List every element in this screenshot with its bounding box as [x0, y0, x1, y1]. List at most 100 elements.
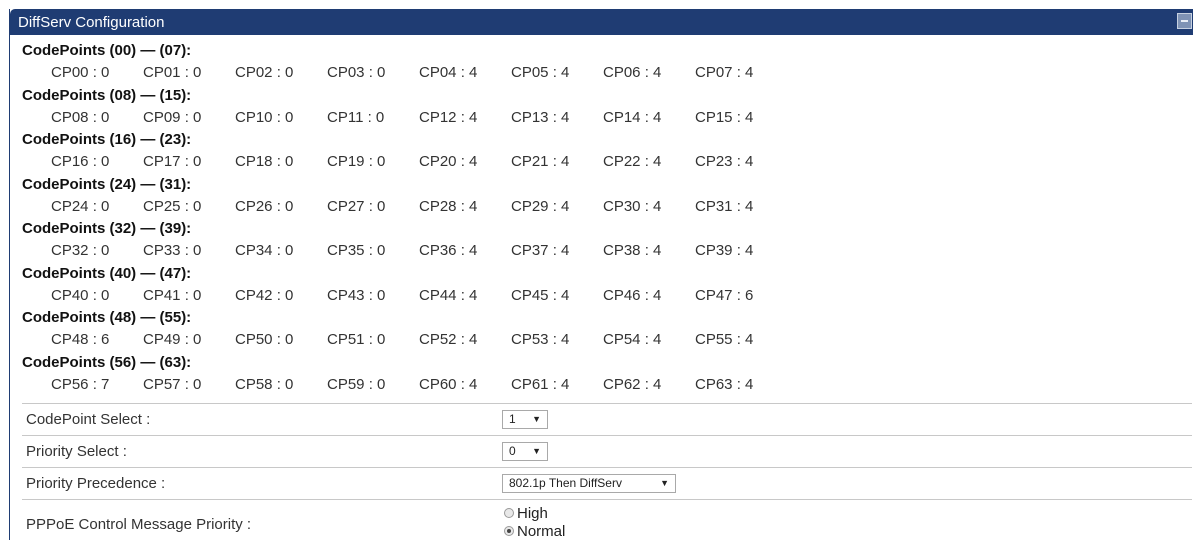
codepoint-value: CP23 : 4 [695, 153, 754, 170]
priority-precedence-select[interactable]: 802.1p Then DiffServ ▼ [502, 474, 676, 493]
codepoint-value: CP54 : 4 [603, 331, 662, 348]
codepoint-group: CodePoints (40) — (47): CP40 : 0 CP41 : 0C… [22, 265, 787, 310]
codepoint-row: CP08 : 0 CP09 : 0 CP10 : 0 CP11 : 0 CP12 : 4… [22, 109, 787, 127]
priority-select[interactable]: 0 ▼ [502, 442, 548, 461]
codepoint-value: CP31 : 4 [695, 197, 754, 215]
codepoint-value: CP04 : 4 [419, 64, 478, 81]
codepoint-select[interactable]: 1 ▼ [502, 410, 548, 429]
codepoint-value: CP60 : 4 [419, 375, 478, 393]
codepoint-value: CP35 : 0 [327, 242, 386, 259]
codepoint-value: CP11 : 0 [327, 108, 385, 126]
codepoint-value: CP07 : 4 [695, 64, 754, 81]
codepoint-value: CP44 : 4 [419, 286, 478, 304]
codepoint-value: CP63 : 4 [695, 375, 754, 393]
codepoint-value: CP13 : 4 [511, 108, 570, 126]
codepoint-value: CP42 : 0 [235, 286, 294, 304]
codepoint-group-title: CodePoints (48) — (55): [22, 309, 192, 326]
codepoint-value: CP51 : 0 [327, 331, 386, 348]
codepoint-row: CP40 : 0 CP41 : 0 CP42 : 0 CP43 : 0 CP44 : 4… [22, 287, 787, 305]
codepoint-value: CP15 : 4 [695, 108, 754, 126]
codepoint-value: CP36 : 4 [419, 242, 478, 259]
codepoint-row: CP56 : 7 CP57 : 0 CP58 : 0 CP59 : 0 CP60 : 4… [22, 376, 787, 394]
codepoint-group-title: CodePoints (40) — (47): [22, 264, 192, 282]
codepoint-value: CP49 : 0 [143, 331, 202, 348]
codepoint-value: CP12 : 4 [419, 108, 478, 126]
codepoint-group-title: CodePoints (08) — (15): [22, 86, 192, 104]
pppoe-priority-high-label: High [517, 504, 548, 522]
codepoint-value: CP34 : 0 [235, 242, 294, 259]
settings-table: CodePoint Select : 1 ▼ Priority Select :… [22, 403, 1192, 545]
diffserv-panel: DiffServ Configuration CodePoints (00) —… [9, 9, 1193, 540]
codepoint-value: CP57 : 0 [143, 375, 202, 393]
radio-icon[interactable] [504, 526, 514, 536]
codepoint-value: CP10 : 0 [235, 108, 294, 126]
codepoint-value: CP08 : 0 [51, 108, 110, 126]
priority-select-value: 0 [509, 444, 516, 458]
codepoint-group: CodePoints (00) — (07): CP00 : 0 CP01 : 0 C… [22, 42, 787, 87]
codepoint-value: CP00 : 0 [51, 64, 110, 81]
codepoint-value: CP06 : 4 [603, 64, 662, 81]
codepoint-value: CP43 : 0 [327, 286, 386, 304]
codepoint-group: CodePoints (08) — (15): CP08 : 0 CP09 : 0C… [22, 87, 787, 132]
chevron-down-icon: ▼ [532, 414, 541, 424]
radio-icon[interactable] [504, 508, 514, 518]
codepoint-select-row: CodePoint Select : 1 ▼ [22, 403, 1192, 435]
codepoint-value: CP01 : 0 [143, 64, 202, 81]
codepoint-value: CP32 : 0 [51, 242, 110, 259]
codepoint-value: CP59 : 0 [327, 375, 386, 393]
codepoint-value: CP30 : 4 [603, 197, 662, 215]
priority-precedence-value: 802.1p Then DiffServ [509, 476, 622, 490]
pppoe-priority-row: PPPoE Control Message Priority : High No… [22, 499, 1192, 545]
codepoint-value: CP58 : 0 [235, 375, 294, 393]
pppoe-priority-normal-option[interactable]: Normal [504, 522, 565, 540]
priority-select-row: Priority Select : 0 ▼ [22, 435, 1192, 467]
chevron-down-icon: ▼ [660, 478, 669, 488]
codepoint-value: CP61 : 4 [511, 375, 570, 393]
codepoint-row: CP48 : 6 CP49 : 0 CP50 : 0 CP51 : 0 CP52 : 4… [22, 331, 787, 349]
codepoint-value: CP19 : 0 [327, 153, 386, 170]
codepoint-value: CP16 : 0 [51, 153, 110, 170]
collapse-icon[interactable] [1177, 13, 1192, 29]
codepoint-value: CP28 : 4 [419, 197, 478, 215]
priority-select-label: Priority Select : [26, 443, 127, 460]
codepoint-value: CP05 : 4 [511, 64, 570, 81]
codepoint-value: CP48 : 6 [51, 331, 110, 348]
codepoint-value: CP09 : 0 [143, 108, 202, 126]
pppoe-priority-high-option[interactable]: High [504, 504, 565, 522]
codepoint-value: CP33 : 0 [143, 242, 202, 259]
codepoint-group: CodePoints (24) — (31): CP24 : 0 CP25 : 0C… [22, 176, 787, 221]
codepoint-value: CP20 : 4 [419, 153, 478, 170]
codepoint-group-title: CodePoints (56) — (63): [22, 353, 192, 371]
chevron-down-icon: ▼ [532, 446, 541, 456]
codepoint-value: CP52 : 4 [419, 331, 478, 348]
codepoint-group: CodePoints (16) — (23): CP16 : 0 CP17 : 0C… [22, 131, 787, 176]
codepoint-row: CP16 : 0 CP17 : 0 CP18 : 0 CP19 : 0 CP20 : 4… [22, 153, 787, 171]
codepoint-row: CP00 : 0 CP01 : 0 CP02 : 0 CP03 : 0 CP04 : 4… [22, 64, 787, 82]
codepoint-value: CP29 : 4 [511, 197, 570, 215]
panel-title: DiffServ Configuration [18, 14, 165, 31]
codepoint-row: CP32 : 0 CP33 : 0 CP34 : 0 CP35 : 0 CP36 : 4… [22, 242, 787, 260]
codepoint-value: CP62 : 4 [603, 375, 662, 393]
codepoint-value: CP27 : 0 [327, 197, 386, 215]
codepoint-value: CP56 : 7 [51, 375, 110, 393]
codepoint-value: CP40 : 0 [51, 286, 110, 304]
codepoint-value: CP21 : 4 [511, 153, 570, 170]
priority-precedence-label: Priority Precedence : [26, 475, 166, 492]
codepoint-value: CP46 : 4 [603, 286, 662, 304]
pppoe-priority-radio-group: High Normal [504, 504, 565, 540]
codepoint-group: CodePoints (56) — (63): CP56 : 7 CP57 : 0C… [22, 354, 787, 399]
codepoint-value: CP14 : 4 [603, 108, 662, 126]
codepoint-group: CodePoints (32) — (39): CP32 : 0 CP33 : 0C… [22, 220, 787, 265]
codepoint-value: CP50 : 0 [235, 331, 294, 348]
codepoint-select-value: 1 [509, 412, 516, 426]
panel-titlebar: DiffServ Configuration [10, 9, 1193, 35]
codepoint-list: CodePoints (00) — (07): CP00 : 0 CP01 : 0 C… [22, 42, 787, 398]
codepoint-value: CP25 : 0 [143, 197, 202, 215]
codepoint-value: CP18 : 0 [235, 153, 294, 170]
codepoint-select-label: CodePoint Select : [26, 411, 151, 428]
codepoint-value: CP39 : 4 [695, 242, 754, 259]
codepoint-value: CP47 : 6 [695, 286, 754, 304]
codepoint-group-title: CodePoints (00) — (07): [22, 42, 192, 59]
codepoint-group-title: CodePoints (32) — (39): [22, 220, 192, 237]
codepoint-value: CP37 : 4 [511, 242, 570, 259]
